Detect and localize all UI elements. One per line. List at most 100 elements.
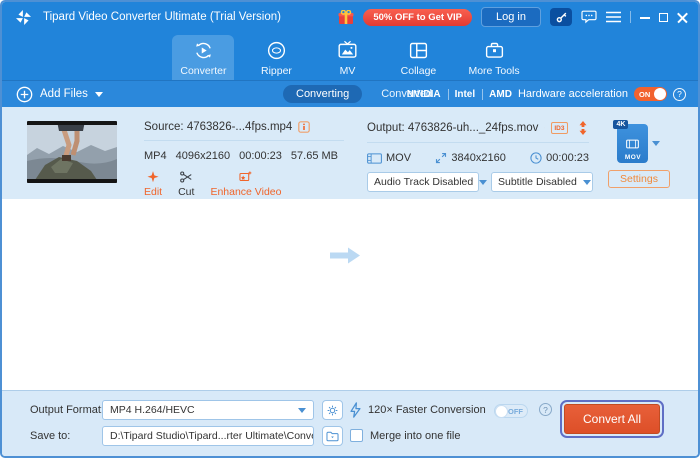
source-meta: MP4 4096x2160 00:00:23 57.65 MB (144, 150, 344, 162)
duration-clock-icon (530, 152, 542, 164)
collage-grid-icon (408, 40, 429, 61)
dropdown-caret-icon (479, 180, 487, 185)
tab-converter[interactable]: Converter (172, 35, 234, 80)
faster-help-icon[interactable]: ? (539, 403, 552, 416)
titlebar: Tipard Video Converter Ultimate (Trial V… (2, 2, 698, 32)
tab-converting[interactable]: Converting (283, 85, 362, 103)
merge-checkbox[interactable] (350, 429, 363, 442)
file-list-empty-area (2, 199, 698, 390)
enhance-video-icon (238, 170, 253, 184)
ripper-disc-icon (266, 40, 287, 61)
add-plus-icon (16, 86, 33, 103)
maximize-button[interactable] (659, 13, 668, 22)
format-picker-button[interactable]: 4K MOV (617, 124, 660, 163)
settings-button[interactable]: Settings (608, 170, 670, 188)
merge-label: Merge into one file (370, 430, 461, 442)
login-button[interactable]: Log in (481, 7, 541, 27)
app-window: Tipard Video Converter Ultimate (Trial V… (0, 0, 700, 458)
save-path-select[interactable]: D:\Tipard Studio\Tipard...rter Ultimate\… (102, 426, 314, 446)
file-list-row: Source: 4763826-...4fps.mp4 MP4 4096x216… (2, 107, 698, 199)
faster-conversion-toggle[interactable]: OFF (494, 404, 528, 418)
source-filename: Source: 4763826-...4fps.mp4 (144, 121, 292, 133)
media-info-icon[interactable] (298, 121, 310, 133)
gear-icon (326, 404, 339, 417)
subtitle-dropdown[interactable]: Subtitle Disabled (491, 172, 593, 192)
folder-icon (326, 431, 339, 442)
menu-hamburger-icon[interactable] (606, 11, 621, 23)
brand-nvidia: NVIDIA (407, 89, 441, 100)
promo-button[interactable]: 50% OFF to Get VIP (363, 9, 472, 26)
hw-acceleration-label: Hardware acceleration (518, 88, 628, 100)
tab-collage[interactable]: Collage (389, 35, 447, 80)
open-folder-button[interactable] (322, 426, 343, 446)
toggle-knob (495, 405, 508, 418)
format-film-icon (367, 153, 382, 164)
format-settings-button[interactable] (322, 400, 343, 420)
faster-conversion-label: 120× Faster Conversion (368, 404, 486, 416)
window-title: Tipard Video Converter Ultimate (Trial V… (43, 11, 281, 23)
source-info-column: Source: 4763826-...4fps.mp4 MP4 4096x216… (144, 121, 344, 198)
file-actions: Edit Cut Enhance Video (144, 170, 344, 198)
output-info-column: Output: 4763826-uh..._24fps.mov ID3 (367, 121, 589, 192)
film-glyph-icon (626, 139, 639, 149)
video-thumbnail[interactable] (27, 121, 117, 183)
bottom-bar: Output Format: MP4 H.264/HEVC 120× Faste… (2, 390, 698, 456)
hw-help-icon[interactable]: ? (673, 88, 686, 101)
hardware-acceleration-zone: NVIDIA Intel AMD Hardware acceleration O… (407, 81, 686, 107)
source-duration: 00:00:23 (239, 150, 282, 162)
cut-button[interactable]: Cut (178, 170, 194, 198)
resolution-expand-icon (435, 152, 447, 164)
app-logo-icon (14, 8, 33, 27)
cut-scissors-icon (179, 170, 193, 184)
track-dropdowns: Audio Track Disabled Subtitle Disabled (367, 172, 589, 192)
divider (367, 142, 589, 143)
tab-ripper[interactable]: Ripper (247, 35, 305, 80)
format-file-icon: 4K MOV (617, 124, 648, 163)
dropdown-caret-icon (583, 180, 591, 185)
close-button[interactable] (677, 12, 688, 23)
format-badge: 4K (613, 120, 628, 129)
output-duration: 00:00:23 (546, 152, 589, 164)
register-key-icon[interactable] (550, 8, 572, 26)
edit-button[interactable]: Edit (144, 170, 162, 198)
tab-more-tools[interactable]: More Tools (460, 35, 527, 80)
converter-icon (193, 40, 214, 61)
convert-all-button[interactable]: Convert All (564, 404, 660, 434)
output-filename: Output: 4763826-uh..._24fps.mov (367, 122, 538, 134)
add-files-button[interactable]: Add Files (16, 81, 103, 107)
source-format: MP4 (144, 150, 167, 162)
source-resolution: 4096x2160 (176, 150, 230, 162)
save-to-label: Save to: (30, 430, 70, 442)
format-ext-label: MOV (617, 154, 648, 161)
titlebar-separator (630, 11, 631, 23)
source-size: 57.65 MB (291, 150, 338, 162)
dropdown-caret-icon (298, 408, 306, 413)
output-meta: MOV 3840x2160 00:00:23 (367, 152, 589, 164)
output-format: MOV (386, 152, 411, 164)
toggle-knob (654, 88, 666, 100)
source-to-output-arrow-icon (329, 246, 361, 265)
rename-pencil-icon[interactable] (544, 122, 545, 134)
tab-mv[interactable]: MV (318, 35, 376, 80)
output-format-select[interactable]: MP4 H.264/HEVC (102, 400, 314, 420)
hw-acceleration-toggle[interactable]: ON (634, 87, 667, 101)
output-format-column: 4K MOV Settings (608, 124, 670, 188)
id3-tag-button[interactable]: ID3 (551, 122, 568, 134)
toolbox-icon (484, 40, 505, 61)
mv-tv-icon (337, 40, 358, 61)
compress-icon[interactable] (577, 121, 589, 135)
divider (144, 140, 344, 141)
lightning-icon (349, 402, 362, 418)
minimize-button[interactable] (640, 12, 650, 22)
feedback-chat-icon[interactable] (581, 10, 597, 24)
enhance-video-button[interactable]: Enhance Video (210, 170, 281, 198)
titlebar-actions: 50% OFF to Get VIP Log in (338, 7, 688, 27)
format-caret-icon (652, 141, 660, 146)
sub-toolbar: Add Files Converting Converted NVIDIA In… (2, 80, 698, 107)
audio-track-dropdown[interactable]: Audio Track Disabled (367, 172, 479, 192)
brand-intel: Intel (448, 89, 476, 100)
gift-icon[interactable] (338, 10, 354, 25)
output-format-label: Output Format: (30, 404, 104, 416)
main-tabbar: Converter Ripper MV Collage (2, 32, 698, 80)
brand-amd: AMD (482, 89, 512, 100)
